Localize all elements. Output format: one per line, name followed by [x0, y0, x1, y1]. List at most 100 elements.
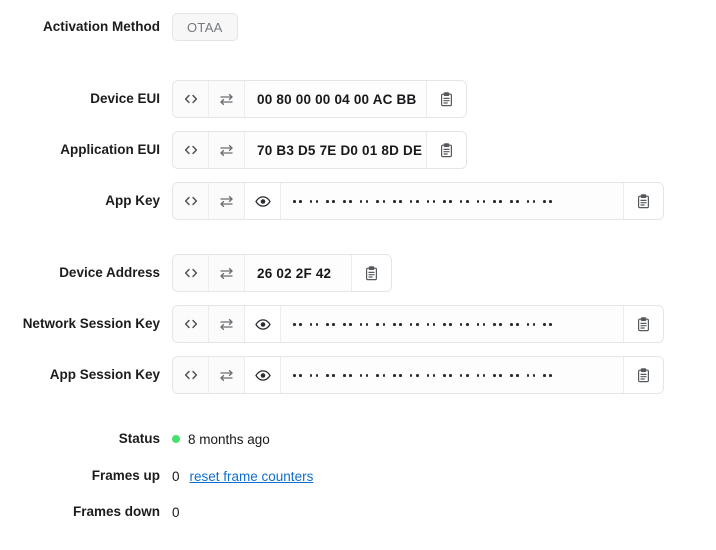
- masked-dot-group: [459, 200, 469, 203]
- masked-dot: [482, 323, 486, 326]
- app-session-key-input-group: [172, 356, 664, 394]
- masked-dot-group: [359, 374, 369, 377]
- masked-dot-group: [493, 323, 502, 326]
- swap-icon[interactable]: [209, 183, 245, 219]
- device-address-value[interactable]: 26 02 2F 42: [245, 255, 351, 291]
- masked-dot-group: [543, 374, 552, 377]
- masked-dot: [332, 200, 336, 203]
- masked-dot: [349, 323, 352, 326]
- masked-dot: [343, 374, 346, 377]
- masked-dot: [365, 323, 369, 326]
- network-session-key-value[interactable]: [281, 306, 623, 342]
- masked-dot-group: [393, 323, 402, 326]
- app-session-key-masked-dots: [293, 373, 557, 377]
- masked-dot: [349, 200, 352, 203]
- row-activation-method: Activation Method OTAA: [0, 13, 238, 41]
- masked-dot-group: [359, 200, 369, 203]
- label-device-eui: Device EUI: [90, 90, 160, 106]
- masked-dot: [432, 374, 436, 377]
- masked-dot: [326, 323, 329, 326]
- masked-dot-group: [409, 200, 419, 203]
- code-icon[interactable]: [173, 357, 209, 393]
- masked-dot: [543, 374, 546, 377]
- eye-icon[interactable]: [245, 183, 281, 219]
- device-eui-value[interactable]: 00 80 00 00 04 00 AC BB: [245, 81, 426, 117]
- label-activation-method: Activation Method: [43, 18, 160, 34]
- frames-up-value-wrap: 0 reset frame counters: [172, 469, 313, 484]
- code-icon[interactable]: [173, 306, 209, 342]
- masked-dot: [449, 374, 452, 377]
- masked-dot-group: [526, 374, 536, 377]
- masked-dot-group: [443, 200, 452, 203]
- reset-frame-counters-link[interactable]: reset frame counters: [190, 469, 314, 484]
- masked-dot: [549, 374, 552, 377]
- clipboard-copy-icon[interactable]: [623, 183, 663, 219]
- masked-dot: [382, 374, 386, 377]
- masked-dot-group: [476, 374, 486, 377]
- masked-dot: [443, 200, 446, 203]
- masked-dot: [516, 200, 519, 203]
- masked-dot-group: [343, 323, 352, 326]
- masked-dot: [365, 200, 369, 203]
- masked-dot: [516, 374, 519, 377]
- swap-icon[interactable]: [209, 132, 245, 168]
- masked-dot: [482, 200, 486, 203]
- swap-icon[interactable]: [209, 306, 245, 342]
- clipboard-copy-icon[interactable]: [623, 306, 663, 342]
- clipboard-copy-icon[interactable]: [351, 255, 391, 291]
- swap-icon[interactable]: [209, 255, 245, 291]
- masked-dot: [332, 374, 336, 377]
- masked-dot-group: [509, 323, 519, 326]
- masked-dot: [432, 323, 436, 326]
- masked-dot: [449, 323, 452, 326]
- masked-dot: [393, 323, 396, 326]
- code-icon[interactable]: [173, 183, 209, 219]
- code-icon[interactable]: [173, 255, 209, 291]
- masked-dot: [432, 200, 436, 203]
- row-device-address: Device Address 26 02 2F 42: [0, 254, 392, 292]
- masked-dot: [293, 323, 296, 326]
- clipboard-copy-icon[interactable]: [426, 81, 466, 117]
- eye-icon[interactable]: [245, 357, 281, 393]
- frames-down-value-wrap: 0: [172, 505, 180, 520]
- masked-dot-group: [326, 200, 336, 203]
- masked-dot: [526, 323, 530, 326]
- masked-dot: [376, 200, 380, 203]
- masked-dot: [543, 200, 546, 203]
- masked-dot: [393, 374, 396, 377]
- masked-dot-group: [376, 200, 386, 203]
- masked-dot: [526, 374, 530, 377]
- eye-icon[interactable]: [245, 306, 281, 342]
- masked-dot: [399, 323, 402, 326]
- masked-dot-group: [309, 323, 319, 326]
- label-application-eui: Application EUI: [60, 141, 160, 157]
- status-indicator-icon: [172, 435, 180, 444]
- swap-icon[interactable]: [209, 81, 245, 117]
- app-session-key-value[interactable]: [281, 357, 623, 393]
- code-icon[interactable]: [173, 81, 209, 117]
- swap-icon[interactable]: [209, 357, 245, 393]
- masked-dot: [426, 200, 430, 203]
- masked-dot: [309, 200, 313, 203]
- frames-up-count: 0: [172, 468, 180, 484]
- masked-dot: [499, 323, 502, 326]
- masked-dot: [493, 374, 496, 377]
- row-application-eui: Application EUI 70 B3 D5 7E D0 01 8D DE: [0, 131, 467, 169]
- clipboard-copy-icon[interactable]: [623, 357, 663, 393]
- code-icon[interactable]: [173, 132, 209, 168]
- masked-dot: [376, 323, 380, 326]
- masked-dot: [359, 200, 363, 203]
- masked-dot-group: [343, 200, 352, 203]
- network-session-key-input-group: [172, 305, 664, 343]
- application-eui-value[interactable]: 70 B3 D5 7E D0 01 8D DE: [245, 132, 426, 168]
- app-key-value[interactable]: [281, 183, 623, 219]
- masked-dot-group: [493, 200, 502, 203]
- masked-dot-group: [509, 374, 519, 377]
- masked-dot-group: [459, 323, 469, 326]
- clipboard-copy-icon[interactable]: [426, 132, 466, 168]
- masked-dot: [465, 200, 469, 203]
- masked-dot-group: [476, 323, 486, 326]
- masked-dot-group: [343, 374, 352, 377]
- masked-dot: [476, 323, 480, 326]
- masked-dot: [459, 200, 463, 203]
